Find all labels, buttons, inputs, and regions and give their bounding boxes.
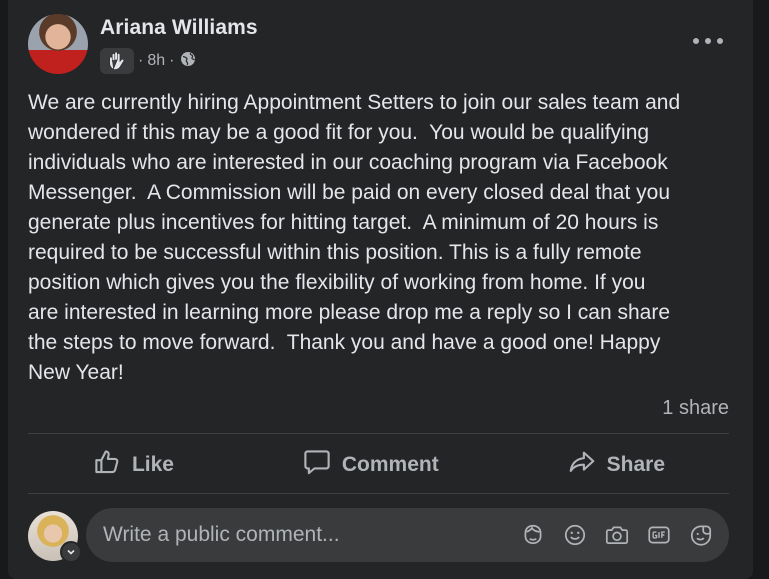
- sticker-icon[interactable]: [686, 521, 715, 550]
- gif-icon[interactable]: [644, 521, 673, 550]
- comment-label: Comment: [341, 453, 439, 476]
- wave-hand-icon[interactable]: [100, 48, 134, 74]
- share-arrow-icon: [567, 447, 597, 483]
- like-label: Like: [131, 453, 174, 476]
- comment-box[interactable]: [86, 508, 729, 562]
- comment-button[interactable]: Comment: [302, 447, 439, 483]
- author-name[interactable]: Ariana Williams: [100, 16, 258, 40]
- comment-input[interactable]: [103, 515, 503, 555]
- avatar-sticker-icon[interactable]: [518, 521, 547, 550]
- more-dot-icon: [693, 38, 699, 44]
- globe-icon: [180, 51, 196, 72]
- share-label: Share: [606, 453, 666, 476]
- action-bar: Like Comment Share: [28, 437, 729, 493]
- share-button[interactable]: Share: [567, 447, 665, 483]
- camera-icon[interactable]: [602, 521, 631, 550]
- emoji-icon[interactable]: [560, 521, 589, 550]
- separator: ·: [169, 52, 175, 69]
- separator: ·: [138, 52, 144, 69]
- post-body: We are currently hiring Appointment Sett…: [28, 91, 681, 384]
- chevron-down-icon[interactable]: [60, 541, 82, 563]
- speech-bubble-icon: [302, 447, 332, 483]
- thumbs-up-icon: [92, 447, 122, 483]
- like-button[interactable]: Like: [92, 447, 174, 483]
- divider: [28, 433, 729, 434]
- post-time[interactable]: 8h: [147, 52, 165, 70]
- more-dot-icon: [705, 38, 711, 44]
- post-card: Ariana Williams · 8h · We are currently …: [8, 0, 753, 579]
- divider: [28, 493, 729, 494]
- author-avatar[interactable]: [28, 14, 88, 74]
- more-options-button[interactable]: [693, 28, 723, 54]
- more-dot-icon: [717, 38, 723, 44]
- share-count[interactable]: 1 share: [662, 397, 729, 420]
- post-meta: · 8h ·: [100, 48, 196, 74]
- comment-tools: [518, 521, 715, 550]
